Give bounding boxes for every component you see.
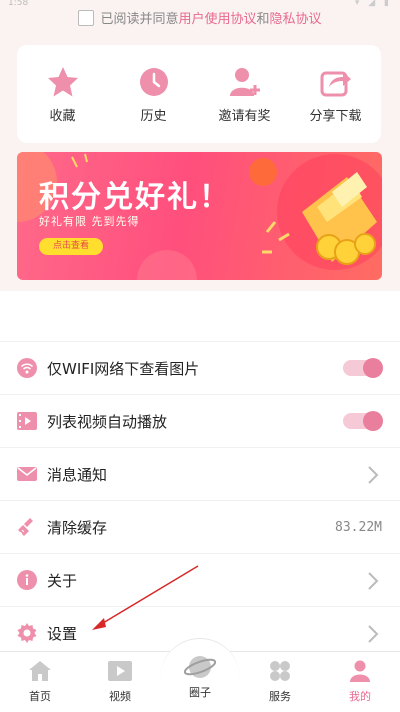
points-banner[interactable]: 积分兑好礼！ 好礼有限 先到先得 点击查看 bbox=[17, 152, 382, 280]
banner-subtitle: 好礼有限 先到先得 bbox=[39, 215, 140, 228]
setting-clear-cache[interactable]: 清除缓存 83.22M bbox=[0, 500, 400, 554]
quick-action-label: 历史 bbox=[140, 109, 167, 124]
tab-label: 首页 bbox=[29, 690, 51, 703]
setting-notifications[interactable]: 消息通知 bbox=[0, 447, 400, 501]
tab-label: 服务 bbox=[269, 690, 291, 703]
tab-circle[interactable]: 圈子 bbox=[160, 652, 240, 712]
status-icons: ▾ ◢ ▮ bbox=[354, 0, 392, 8]
tab-label: 我的 bbox=[349, 690, 371, 703]
chevron-right-icon bbox=[368, 572, 379, 590]
wifi-images-toggle[interactable] bbox=[343, 358, 383, 378]
cache-size-value: 83.22M bbox=[335, 520, 382, 535]
agreement-checkbox[interactable] bbox=[78, 10, 95, 26]
tab-label: 圈子 bbox=[189, 686, 211, 699]
setting-label: 关于 bbox=[47, 572, 78, 590]
share-icon bbox=[320, 71, 351, 97]
quick-actions-card: 收藏 历史 邀请有奖 分享下载 bbox=[17, 45, 381, 143]
add-user-icon bbox=[229, 68, 260, 96]
clock-icon bbox=[139, 68, 168, 96]
status-time: 1:58 bbox=[8, 0, 29, 8]
gear-icon bbox=[17, 623, 37, 643]
tab-mine[interactable]: 我的 bbox=[320, 652, 400, 712]
banner-title: 积分兑好礼！ bbox=[39, 180, 231, 215]
home-icon bbox=[29, 661, 51, 681]
mail-icon bbox=[17, 467, 37, 481]
setting-label: 设置 bbox=[47, 625, 78, 643]
tab-label: 视频 bbox=[109, 690, 131, 703]
agreement-row: 已阅读并同意用户使用协议和隐私协议 bbox=[0, 8, 400, 30]
quick-action-share[interactable]: 分享下载 bbox=[290, 65, 381, 135]
quick-action-label: 邀请有奖 bbox=[218, 109, 271, 124]
setting-label: 消息通知 bbox=[47, 466, 108, 484]
setting-label: 仅WIFI网络下查看图片 bbox=[47, 360, 200, 378]
user-agreement-link[interactable]: 用户使用协议 bbox=[178, 12, 256, 27]
privacy-agreement-link[interactable]: 隐私协议 bbox=[270, 12, 322, 27]
tab-services[interactable]: 服务 bbox=[240, 652, 320, 712]
setting-label: 清除缓存 bbox=[47, 519, 108, 537]
broom-icon bbox=[18, 518, 33, 536]
bottom-tab-bar: 首页 视频 圈子 服务 我的 bbox=[0, 638, 400, 712]
red-annotation-arrow bbox=[92, 565, 199, 630]
play-icon bbox=[108, 661, 132, 681]
quick-action-label: 收藏 bbox=[49, 109, 76, 124]
quick-action-invite[interactable]: 邀请有奖 bbox=[199, 65, 290, 135]
person-icon bbox=[350, 660, 370, 682]
autoplay-video-toggle[interactable] bbox=[343, 411, 383, 431]
wifi-icon bbox=[17, 358, 37, 378]
agreement-prefix: 已阅读并同意 bbox=[100, 12, 179, 27]
chevron-right-icon bbox=[368, 466, 379, 484]
planet-icon bbox=[184, 656, 216, 678]
quick-action-favorites[interactable]: 收藏 bbox=[17, 65, 108, 135]
video-icon bbox=[17, 412, 37, 430]
setting-autoplay-video: 列表视频自动播放 bbox=[0, 394, 400, 448]
info-icon bbox=[17, 570, 37, 590]
agreement-connector: 和 bbox=[256, 12, 270, 27]
setting-wifi-images: 仅WIFI网络下查看图片 bbox=[0, 341, 400, 395]
quick-action-history[interactable]: 历史 bbox=[108, 65, 199, 135]
grid-icon bbox=[270, 661, 290, 681]
toggle-knob bbox=[363, 411, 383, 431]
tab-home[interactable]: 首页 bbox=[0, 652, 80, 712]
chevron-right-icon bbox=[368, 625, 379, 643]
banner-view-button[interactable]: 点击查看 bbox=[39, 238, 103, 255]
quick-action-label: 分享下载 bbox=[309, 109, 362, 124]
tab-video[interactable]: 视频 bbox=[80, 652, 160, 712]
toggle-knob bbox=[363, 358, 383, 378]
setting-label: 列表视频自动播放 bbox=[47, 413, 168, 431]
star-icon bbox=[47, 67, 78, 97]
